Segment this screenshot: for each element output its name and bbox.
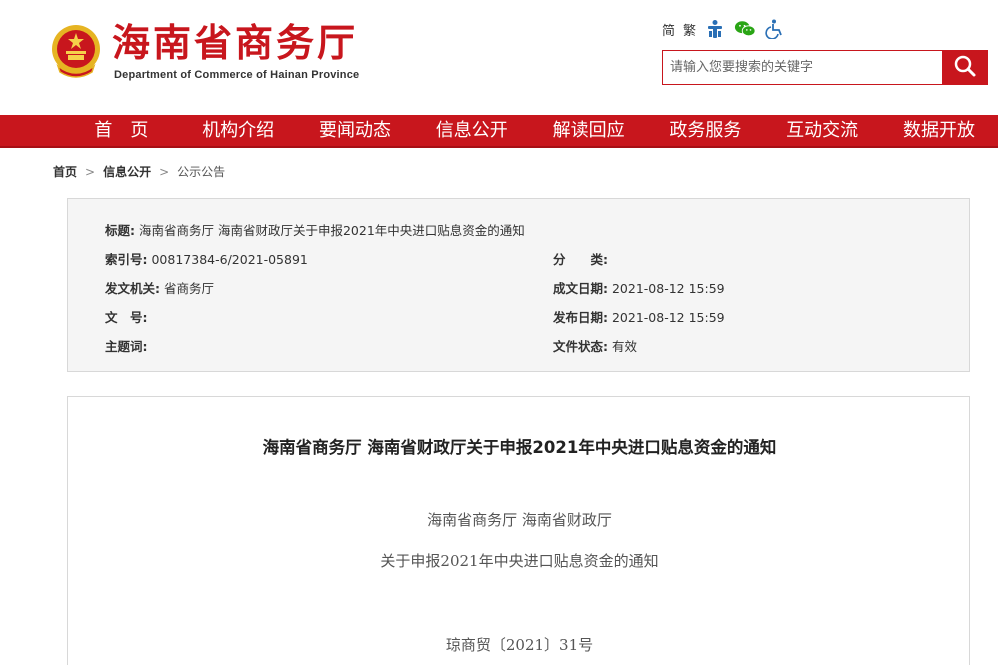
nav-item-open-data[interactable]: 数据开放: [881, 115, 998, 146]
meta-index: 索引号: 00817384-6/2021-05891: [105, 249, 308, 268]
wheelchair-accessibility-icon[interactable]: [764, 18, 786, 40]
nav-item-organization[interactable]: 机构介绍: [180, 115, 297, 146]
simplified-chinese-button[interactable]: 简: [662, 20, 675, 39]
article-title: 海南省商务厅 海南省财政厅关于申报2021年中央进口贴息资金的通知: [262, 438, 777, 457]
traditional-chinese-button[interactable]: 繁: [683, 20, 696, 39]
meta-issuer-label: 发文机关:: [105, 281, 160, 296]
breadcrumb: 首页 > 信息公开 > 公示公告: [53, 163, 225, 180]
meta-created-date: 成文日期: 2021-08-12 15:59: [553, 278, 725, 297]
nav-item-interaction[interactable]: 互动交流: [764, 115, 881, 146]
meta-docno: 文 号:: [105, 307, 148, 326]
search-input[interactable]: [663, 51, 942, 84]
article-docno-line: 琼商贸〔2021〕31号: [445, 636, 594, 654]
nav-item-info-disclosure[interactable]: 信息公开: [413, 115, 530, 146]
search-box: [662, 50, 988, 85]
nav-item-news[interactable]: 要闻动态: [297, 115, 414, 146]
meta-created-label: 成文日期:: [553, 281, 608, 296]
meta-issuer: 发文机关: 省商务厅: [105, 278, 214, 297]
meta-issuer-value: 省商务厅: [163, 281, 214, 296]
meta-published-date: 发布日期: 2021-08-12 15:59: [553, 307, 725, 326]
site-header: 海南省商务厅 Department of Commerce of Hainan …: [0, 0, 998, 115]
meta-index-value: 00817384-6/2021-05891: [151, 252, 308, 267]
main-nav: 首 页 机构介绍 要闻动态 信息公开 解读回应 政务服务 互动交流 数据开放: [0, 115, 998, 148]
meta-title: 标题: 海南省商务厅 海南省财政厅关于申报2021年中央进口贴息资金的通知: [105, 220, 525, 239]
meta-docno-label: 文 号:: [105, 310, 148, 325]
article-subject-line: 关于申报2021年中央进口贴息资金的通知: [380, 552, 659, 570]
meta-title-value: 海南省商务厅 海南省财政厅关于申报2021年中央进口贴息资金的通知: [138, 223, 525, 238]
article-body: 海南省商务厅 海南省财政厅关于申报2021年中央进口贴息资金的通知 海南省商务厅…: [67, 396, 970, 665]
nav-item-gov-services[interactable]: 政务服务: [647, 115, 764, 146]
meta-category: 分 类:: [553, 249, 608, 268]
article-issuers-line: 海南省商务厅 海南省财政厅: [427, 511, 612, 529]
accessibility-person-icon[interactable]: [704, 18, 726, 40]
search-icon: [953, 54, 977, 82]
search-button[interactable]: [942, 51, 987, 84]
breadcrumb-home[interactable]: 首页: [53, 163, 77, 180]
meta-status-value: 有效: [611, 339, 637, 354]
national-emblem-icon[interactable]: [48, 22, 104, 82]
nav-item-interpretation[interactable]: 解读回应: [530, 115, 647, 146]
nav-item-home[interactable]: 首 页: [63, 115, 180, 146]
meta-created-value: 2021-08-12 15:59: [611, 281, 725, 296]
wechat-icon[interactable]: [734, 18, 756, 40]
header-tools: 简 繁: [662, 18, 786, 40]
meta-keywords-label: 主题词:: [105, 339, 148, 354]
document-metadata: 标题: 海南省商务厅 海南省财政厅关于申报2021年中央进口贴息资金的通知 索引…: [67, 198, 970, 372]
meta-status-label: 文件状态:: [553, 339, 608, 354]
meta-keywords: 主题词:: [105, 336, 148, 355]
meta-title-label: 标题:: [105, 223, 135, 238]
meta-index-label: 索引号:: [105, 252, 148, 267]
site-subtitle: Department of Commerce of Hainan Provinc…: [114, 69, 360, 81]
meta-category-label: 分 类:: [553, 252, 608, 267]
breadcrumb-info-disclosure[interactable]: 信息公开: [103, 163, 151, 180]
breadcrumb-separator: >: [159, 164, 170, 179]
breadcrumb-separator: >: [85, 164, 96, 179]
meta-published-label: 发布日期:: [553, 310, 608, 325]
breadcrumb-current[interactable]: 公示公告: [177, 163, 225, 180]
meta-published-value: 2021-08-12 15:59: [611, 310, 725, 325]
site-title[interactable]: 海南省商务厅: [112, 18, 358, 68]
meta-status: 文件状态: 有效: [553, 336, 637, 355]
